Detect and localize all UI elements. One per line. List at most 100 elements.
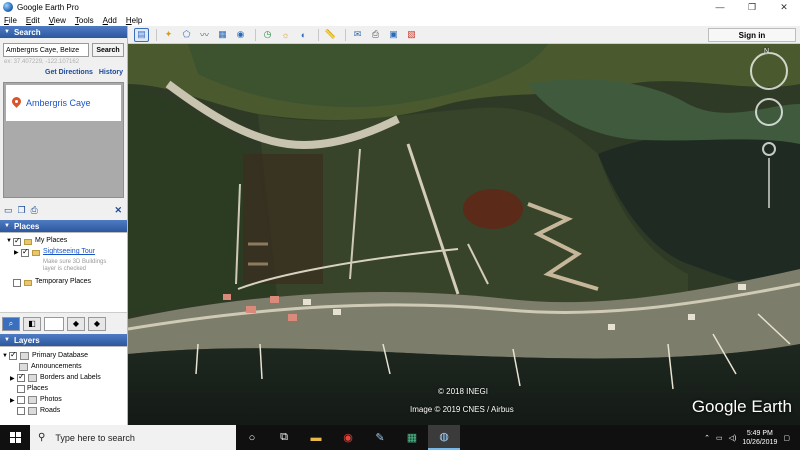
- panel-view-icon[interactable]: ◧: [23, 316, 41, 331]
- record-tour-icon[interactable]: ◉: [233, 28, 248, 42]
- sidebar-toggle-icon[interactable]: ▤: [134, 27, 149, 42]
- close-button[interactable]: ✕: [768, 0, 800, 14]
- email-icon[interactable]: ✉: [350, 28, 365, 42]
- get-directions-link[interactable]: Get Directions: [45, 69, 93, 80]
- layer-checkbox[interactable]: [17, 407, 25, 415]
- navigation-controls[interactable]: N: [746, 48, 792, 208]
- menu-file[interactable]: File: [4, 16, 17, 25]
- temporary-places-label: Temporary Places: [35, 278, 92, 285]
- zoom-slider[interactable]: [768, 158, 770, 208]
- search-input[interactable]: [3, 43, 89, 57]
- search-panel-header[interactable]: ▼ Search: [0, 26, 127, 38]
- map-view[interactable]: N © 2018 INEGI Image © 2019 CNES / Airbu…: [128, 44, 800, 425]
- copy-icon[interactable]: ❐: [18, 205, 26, 216]
- placemark-pin-icon: [12, 97, 21, 109]
- cortana-icon[interactable]: ○: [236, 425, 268, 450]
- toolbar: ▤ ✦ ⬠ 〰 ▦ ◉ ◷ ☼ ◐ 📏 ✉ ⎙ ▣ ▧ Sign in: [128, 26, 800, 44]
- layer-row-announcements[interactable]: Announcements: [2, 361, 127, 372]
- clear-results-icon[interactable]: ✕: [114, 205, 122, 216]
- folder-icon: [32, 250, 40, 256]
- sightseeing-note-line2: layer is checked: [43, 266, 87, 272]
- save-image-icon[interactable]: ▣: [386, 28, 401, 42]
- clock[interactable]: 5:49 PM 10/26/2019: [742, 429, 777, 447]
- paint-icon[interactable]: ✎: [364, 425, 396, 450]
- volume-icon[interactable]: ◁): [729, 434, 737, 442]
- ruler-icon[interactable]: 📏: [323, 28, 338, 42]
- notifications-icon[interactable]: ▢: [783, 434, 790, 442]
- folder-icon: [24, 280, 32, 286]
- add-overlay-icon[interactable]: ▦: [215, 28, 230, 42]
- look-joystick[interactable]: [750, 52, 788, 90]
- tree-row-temporary-places[interactable]: Temporary Places: [6, 278, 127, 289]
- search-places-icon[interactable]: ⌕: [2, 316, 20, 331]
- minimize-button[interactable]: —: [704, 0, 736, 14]
- layer-row-borders[interactable]: ▶ Borders and Labels: [2, 372, 127, 383]
- sign-in-button[interactable]: Sign in: [708, 28, 796, 42]
- search-links: Get Directions History: [0, 69, 127, 80]
- google-earth-taskbar-icon[interactable]: ◍: [428, 425, 460, 450]
- network-icon[interactable]: ▭: [716, 434, 723, 442]
- window-title: Google Earth Pro: [17, 2, 79, 12]
- layer-checkbox[interactable]: [17, 396, 25, 404]
- tree-row-sightseeing[interactable]: ▶ Sightseeing Tour: [6, 247, 127, 259]
- menu-tools[interactable]: Tools: [75, 16, 94, 25]
- layer-row-primary[interactable]: ▼ Primary Database: [2, 350, 127, 361]
- menu-help[interactable]: Help: [126, 16, 142, 25]
- expand-arrow-icon[interactable]: ▼: [6, 238, 13, 244]
- layer-checkbox[interactable]: [17, 372, 25, 382]
- my-places-checkbox[interactable]: [13, 236, 21, 246]
- expand-arrow-icon[interactable]: ▶: [10, 375, 17, 382]
- move-up-icon[interactable]: ◆: [67, 316, 85, 331]
- layer-checkbox[interactable]: [17, 385, 25, 393]
- move-down-icon[interactable]: ◆: [88, 316, 106, 331]
- search-result-link[interactable]: Ambergris Caye: [26, 98, 91, 108]
- task-view-icon[interactable]: ⧉: [268, 425, 300, 450]
- start-button[interactable]: [0, 425, 30, 450]
- menu-edit[interactable]: Edit: [26, 16, 40, 25]
- panel-nav-buttons: ⌕ ◧ ◆ ◆: [0, 312, 127, 334]
- expand-arrow-icon[interactable]: ▶: [10, 397, 17, 404]
- layer-label: Announcements: [31, 363, 82, 370]
- move-joystick[interactable]: [755, 98, 783, 126]
- layers-tree: ▼ Primary Database Announcements ▶ Borde…: [0, 346, 127, 434]
- chrome-icon[interactable]: ◉: [332, 425, 364, 450]
- print-results-icon[interactable]: ⎙: [31, 205, 38, 216]
- add-placemark-icon[interactable]: ✦: [161, 28, 176, 42]
- history-link[interactable]: History: [99, 69, 123, 80]
- layer-checkbox[interactable]: [9, 350, 17, 360]
- compass-north-label: N: [764, 48, 770, 55]
- add-path-icon[interactable]: 〰: [197, 28, 212, 42]
- my-places-label: My Places: [35, 237, 68, 244]
- menu-add[interactable]: Add: [103, 16, 117, 25]
- search-button[interactable]: Search: [92, 43, 124, 57]
- layer-row-places[interactable]: Places: [2, 383, 127, 394]
- layers-panel-header[interactable]: ▼ Layers: [0, 334, 127, 346]
- sightseeing-tour-link[interactable]: Sightseeing Tour: [43, 248, 95, 255]
- add-folder-icon[interactable]: ▭: [4, 205, 13, 216]
- print-icon[interactable]: ⎙: [368, 28, 383, 42]
- maximize-button[interactable]: ❐: [736, 0, 768, 14]
- planets-icon[interactable]: ◐: [296, 28, 311, 42]
- sunlight-icon[interactable]: ☼: [278, 28, 293, 42]
- menu-view[interactable]: View: [49, 16, 66, 25]
- view-in-maps-icon[interactable]: ▧: [404, 28, 419, 42]
- add-polygon-icon[interactable]: ⬠: [179, 28, 194, 42]
- collapse-triangle-icon: ▼: [4, 337, 10, 343]
- file-explorer-icon[interactable]: ▬: [300, 425, 332, 450]
- expand-arrow-icon[interactable]: ▶: [14, 249, 21, 256]
- calendar-app-icon[interactable]: ▦: [396, 425, 428, 450]
- temporary-places-checkbox[interactable]: [13, 279, 21, 287]
- taskbar-search[interactable]: ⚲ Type here to search: [30, 425, 236, 450]
- expand-arrow-icon[interactable]: ▼: [2, 353, 9, 359]
- tray-chevron-icon[interactable]: ⌃: [704, 434, 710, 442]
- search-result-item[interactable]: Ambergris Caye: [6, 85, 121, 121]
- zoom-in-icon[interactable]: [762, 142, 776, 156]
- layer-row-photos[interactable]: ▶ Photos: [2, 394, 127, 405]
- layer-row-roads[interactable]: Roads: [2, 405, 127, 416]
- sightseeing-checkbox[interactable]: [21, 247, 29, 257]
- historical-imagery-icon[interactable]: ◷: [260, 28, 275, 42]
- clock-date: 10/26/2019: [742, 438, 778, 446]
- announcements-icon: [19, 362, 28, 371]
- places-panel-header[interactable]: ▼ Places: [0, 220, 127, 232]
- blank-button[interactable]: [44, 316, 64, 331]
